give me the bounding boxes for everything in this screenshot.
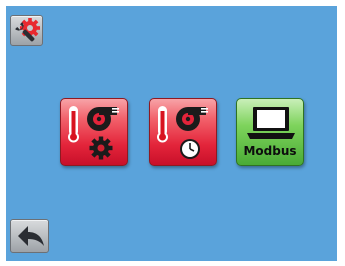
back-arrow-icon <box>18 226 44 246</box>
fan-heater-timer-icon <box>157 106 208 159</box>
settings-button[interactable] <box>10 15 43 46</box>
fan-heater-timer-tile[interactable] <box>149 98 217 166</box>
modbus-tile[interactable]: Modbus <box>236 98 304 166</box>
fan-heater-settings-icon <box>68 106 119 160</box>
back-button[interactable] <box>10 219 49 253</box>
wrench-gear-icon <box>15 18 40 42</box>
fan-heater-settings-tile[interactable] <box>60 98 128 166</box>
main-screen: Modbus <box>6 6 337 261</box>
modbus-label: Modbus <box>243 144 297 158</box>
